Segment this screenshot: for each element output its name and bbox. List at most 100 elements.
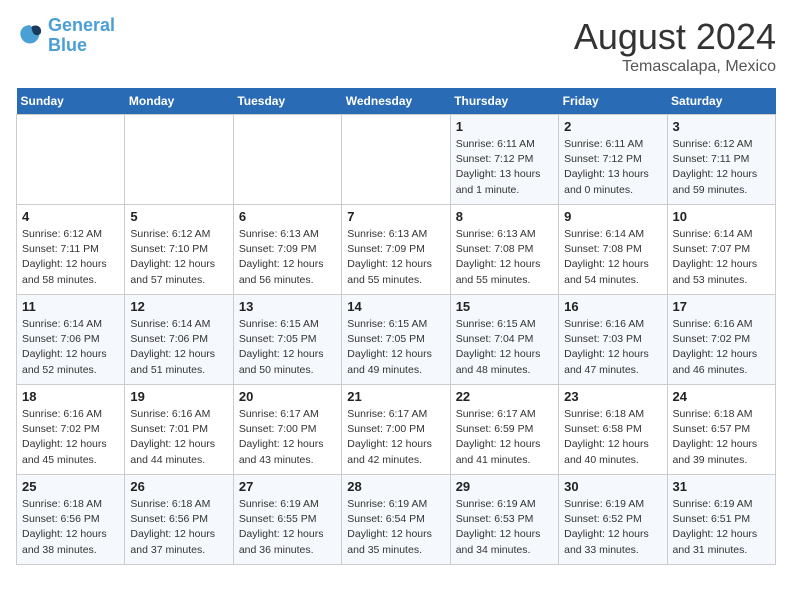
day-info: Sunrise: 6:14 AM Sunset: 7:07 PM Dayligh…: [673, 227, 770, 288]
calendar-cell: 19Sunrise: 6:16 AM Sunset: 7:01 PM Dayli…: [125, 385, 233, 475]
calendar-cell: 27Sunrise: 6:19 AM Sunset: 6:55 PM Dayli…: [233, 475, 341, 565]
day-info: Sunrise: 6:17 AM Sunset: 7:00 PM Dayligh…: [347, 407, 444, 468]
calendar-cell: 7 Sunrise: 6:13 AM Sunset: 7:09 PM Daylig…: [342, 205, 450, 295]
calendar-cell: 30 Sunrise: 6:19 AM Sunset: 6:52 PM Dayli…: [559, 475, 667, 565]
day-number: 7: [347, 209, 444, 224]
day-number: 6: [239, 209, 336, 224]
calendar-cell: 5Sunrise: 6:12 AM Sunset: 7:10 PM Daylig…: [125, 205, 233, 295]
day-number: 17: [673, 299, 770, 314]
calendar-cell: 12Sunrise: 6:14 AM Sunset: 7:06 PM Dayli…: [125, 295, 233, 385]
day-info: Sunrise: 6:14 AM Sunset: 7:06 PM Dayligh…: [22, 317, 119, 378]
day-info: Sunrise: 6:13 AM Sunset: 7:08 PM Dayligh…: [456, 227, 553, 288]
day-number: 26: [130, 479, 227, 494]
calendar-cell: 24 Sunrise: 6:18 AM Sunset: 6:57 PM Dayli…: [667, 385, 775, 475]
calendar-cell: [342, 115, 450, 205]
day-info: Sunrise: 6:16 AM Sunset: 7:01 PM Dayligh…: [130, 407, 227, 468]
calendar-cell: [125, 115, 233, 205]
day-info: Sunrise: 6:15 AM Sunset: 7:05 PM Dayligh…: [347, 317, 444, 378]
day-number: 25: [22, 479, 119, 494]
calendar-cell: 4 Sunrise: 6:12 AM Sunset: 7:11 PM Daylig…: [17, 205, 125, 295]
day-info: Sunrise: 6:18 AM Sunset: 6:58 PM Dayligh…: [564, 407, 661, 468]
day-number: 15: [456, 299, 553, 314]
calendar-cell: 3 Sunrise: 6:12 AM Sunset: 7:11 PM Daylig…: [667, 115, 775, 205]
calendar-cell: 8 Sunrise: 6:13 AM Sunset: 7:08 PM Daylig…: [450, 205, 558, 295]
calendar-cell: 18 Sunrise: 6:16 AM Sunset: 7:02 PM Dayli…: [17, 385, 125, 475]
week-row-2: 4 Sunrise: 6:12 AM Sunset: 7:11 PM Daylig…: [17, 205, 776, 295]
day-number: 10: [673, 209, 770, 224]
month-title: August 2024: [574, 16, 776, 58]
day-info: Sunrise: 6:14 AM Sunset: 7:06 PM Dayligh…: [130, 317, 227, 378]
day-number: 29: [456, 479, 553, 494]
day-number: 4: [22, 209, 119, 224]
day-number: 14: [347, 299, 444, 314]
day-number: 21: [347, 389, 444, 404]
calendar-cell: [233, 115, 341, 205]
calendar-cell: 25 Sunrise: 6:18 AM Sunset: 6:56 PM Dayli…: [17, 475, 125, 565]
calendar-cell: 21 Sunrise: 6:17 AM Sunset: 7:00 PM Dayli…: [342, 385, 450, 475]
day-number: 1: [456, 119, 553, 134]
day-number: 18: [22, 389, 119, 404]
calendar-cell: [17, 115, 125, 205]
weekday-header-sunday: Sunday: [17, 88, 125, 115]
day-number: 20: [239, 389, 336, 404]
calendar-table: SundayMondayTuesdayWednesdayThursdayFrid…: [16, 88, 776, 565]
day-number: 13: [239, 299, 336, 314]
calendar-cell: 28 Sunrise: 6:19 AM Sunset: 6:54 PM Dayli…: [342, 475, 450, 565]
calendar-cell: 13 Sunrise: 6:15 AM Sunset: 7:05 PM Dayli…: [233, 295, 341, 385]
week-row-1: 1 Sunrise: 6:11 AM Sunset: 7:12 PM Daylig…: [17, 115, 776, 205]
day-info: Sunrise: 6:19 AM Sunset: 6:54 PM Dayligh…: [347, 497, 444, 558]
day-info: Sunrise: 6:12 AM Sunset: 7:11 PM Dayligh…: [22, 227, 119, 288]
day-number: 28: [347, 479, 444, 494]
logo: General Blue: [16, 16, 115, 56]
day-info: Sunrise: 6:18 AM Sunset: 6:56 PM Dayligh…: [130, 497, 227, 558]
location-subtitle: Temascalapa, Mexico: [574, 58, 776, 76]
day-info: Sunrise: 6:16 AM Sunset: 7:02 PM Dayligh…: [22, 407, 119, 468]
weekday-header-row: SundayMondayTuesdayWednesdayThursdayFrid…: [17, 88, 776, 115]
day-number: 8: [456, 209, 553, 224]
weekday-header-wednesday: Wednesday: [342, 88, 450, 115]
day-number: 24: [673, 389, 770, 404]
page-header: General Blue August 2024 Temascalapa, Me…: [16, 16, 776, 76]
day-info: Sunrise: 6:17 AM Sunset: 6:59 PM Dayligh…: [456, 407, 553, 468]
calendar-cell: 9 Sunrise: 6:14 AM Sunset: 7:08 PM Daylig…: [559, 205, 667, 295]
day-number: 27: [239, 479, 336, 494]
weekday-header-tuesday: Tuesday: [233, 88, 341, 115]
weekday-header-friday: Friday: [559, 88, 667, 115]
weekday-header-thursday: Thursday: [450, 88, 558, 115]
weekday-header-saturday: Saturday: [667, 88, 775, 115]
calendar-cell: 29Sunrise: 6:19 AM Sunset: 6:53 PM Dayli…: [450, 475, 558, 565]
day-info: Sunrise: 6:19 AM Sunset: 6:51 PM Dayligh…: [673, 497, 770, 558]
calendar-cell: 10 Sunrise: 6:14 AM Sunset: 7:07 PM Dayli…: [667, 205, 775, 295]
day-number: 31: [673, 479, 770, 494]
day-info: Sunrise: 6:13 AM Sunset: 7:09 PM Dayligh…: [239, 227, 336, 288]
day-info: Sunrise: 6:15 AM Sunset: 7:05 PM Dayligh…: [239, 317, 336, 378]
calendar-cell: 15Sunrise: 6:15 AM Sunset: 7:04 PM Dayli…: [450, 295, 558, 385]
day-number: 22: [456, 389, 553, 404]
day-info: Sunrise: 6:16 AM Sunset: 7:02 PM Dayligh…: [673, 317, 770, 378]
day-number: 16: [564, 299, 661, 314]
day-info: Sunrise: 6:12 AM Sunset: 7:11 PM Dayligh…: [673, 137, 770, 198]
calendar-cell: 17 Sunrise: 6:16 AM Sunset: 7:02 PM Dayli…: [667, 295, 775, 385]
week-row-5: 25 Sunrise: 6:18 AM Sunset: 6:56 PM Dayli…: [17, 475, 776, 565]
day-info: Sunrise: 6:18 AM Sunset: 6:57 PM Dayligh…: [673, 407, 770, 468]
day-number: 9: [564, 209, 661, 224]
calendar-cell: 14 Sunrise: 6:15 AM Sunset: 7:05 PM Dayli…: [342, 295, 450, 385]
day-info: Sunrise: 6:13 AM Sunset: 7:09 PM Dayligh…: [347, 227, 444, 288]
day-info: Sunrise: 6:19 AM Sunset: 6:52 PM Dayligh…: [564, 497, 661, 558]
day-info: Sunrise: 6:18 AM Sunset: 6:56 PM Dayligh…: [22, 497, 119, 558]
calendar-cell: 11Sunrise: 6:14 AM Sunset: 7:06 PM Dayli…: [17, 295, 125, 385]
calendar-cell: 20Sunrise: 6:17 AM Sunset: 7:00 PM Dayli…: [233, 385, 341, 475]
day-info: Sunrise: 6:16 AM Sunset: 7:03 PM Dayligh…: [564, 317, 661, 378]
day-info: Sunrise: 6:14 AM Sunset: 7:08 PM Dayligh…: [564, 227, 661, 288]
day-info: Sunrise: 6:11 AM Sunset: 7:12 PM Dayligh…: [456, 137, 553, 198]
day-info: Sunrise: 6:11 AM Sunset: 7:12 PM Dayligh…: [564, 137, 661, 198]
calendar-cell: 22 Sunrise: 6:17 AM Sunset: 6:59 PM Dayli…: [450, 385, 558, 475]
weekday-header-monday: Monday: [125, 88, 233, 115]
week-row-4: 18 Sunrise: 6:16 AM Sunset: 7:02 PM Dayli…: [17, 385, 776, 475]
day-number: 30: [564, 479, 661, 494]
calendar-cell: 6 Sunrise: 6:13 AM Sunset: 7:09 PM Daylig…: [233, 205, 341, 295]
day-info: Sunrise: 6:12 AM Sunset: 7:10 PM Dayligh…: [130, 227, 227, 288]
day-number: 23: [564, 389, 661, 404]
title-block: August 2024 Temascalapa, Mexico: [574, 16, 776, 76]
day-number: 3: [673, 119, 770, 134]
